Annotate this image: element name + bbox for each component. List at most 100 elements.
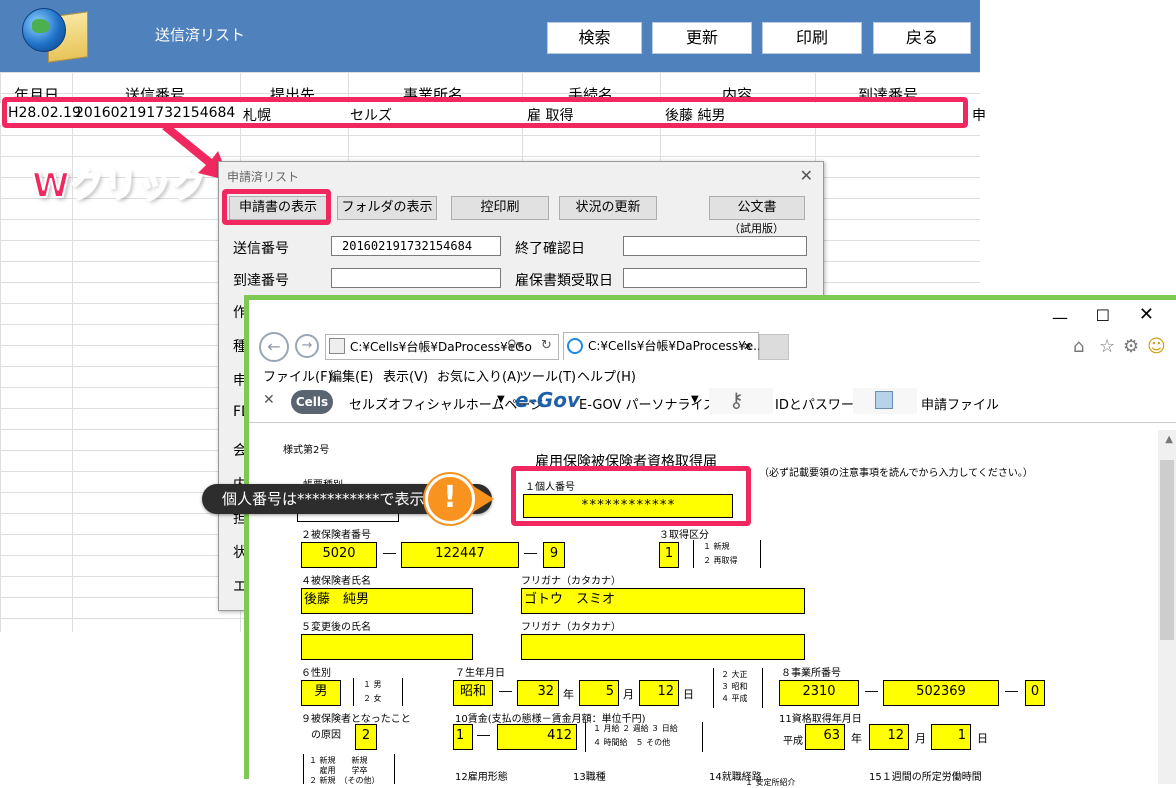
job-label: 13職種	[573, 772, 606, 783]
acq-day[interactable]: 1	[931, 724, 971, 750]
office-no-3[interactable]: 0	[1025, 680, 1045, 706]
show-folder-button[interactable]: フォルダの表示	[337, 196, 437, 220]
wage-amount[interactable]: 412	[497, 724, 577, 750]
cause-field[interactable]: 2	[355, 724, 377, 750]
scrollbar-thumb[interactable]	[1160, 460, 1174, 640]
furigana2-label: フリガナ（カタカナ）	[521, 622, 621, 633]
public-document-button[interactable]: 公文書	[709, 196, 805, 220]
changed-name-field[interactable]	[301, 634, 473, 660]
birth-label: ７生年月日	[455, 668, 505, 679]
menu-tools[interactable]: ツール(T)	[519, 366, 576, 385]
print-button[interactable]: 印刷	[762, 22, 862, 54]
sex-label: ６性別	[301, 668, 331, 679]
scroll-up-icon[interactable]: ▲	[1165, 434, 1173, 445]
menu-file[interactable]: ファイル(F)	[263, 366, 333, 385]
sex-opt: １ 男	[363, 680, 382, 689]
fav-apply-file[interactable]: 申請ファイル	[921, 394, 999, 413]
back-icon[interactable]: ←	[259, 332, 289, 362]
search-button[interactable]: 検索	[547, 22, 642, 54]
era-opt: ３ 昭和	[721, 682, 748, 691]
button-highlight	[222, 189, 331, 225]
wage-type[interactable]: 1	[453, 724, 473, 750]
route-opt: １ 安定所紹介	[745, 778, 796, 787]
acq-date-era: 平成	[783, 736, 803, 747]
name-label: ４被保険者氏名	[301, 576, 371, 587]
insured-no-3[interactable]: 9	[543, 542, 565, 568]
birth-day[interactable]: 12	[639, 680, 679, 706]
cells-logo: Cells	[291, 390, 333, 414]
birth-year[interactable]: 32	[517, 680, 559, 706]
menu-help[interactable]: ヘルプ(H)	[577, 366, 636, 385]
book-icon	[853, 388, 917, 414]
acq-type-label: ３取得区分	[659, 530, 709, 541]
office-no-1[interactable]: 2310	[779, 680, 859, 706]
back-button[interactable]: 戻る	[873, 22, 971, 54]
furigana2-field[interactable]	[521, 634, 805, 660]
dialog-title: 申請済リスト	[227, 170, 300, 184]
globe-icon	[22, 8, 66, 52]
favorites-star-icon[interactable]: ☆	[1099, 336, 1115, 357]
fav-cells-home[interactable]: セルズオフィシャルホームページ	[349, 394, 543, 413]
close-icon[interactable]: ✕	[800, 166, 813, 185]
arrival-no-field[interactable]	[331, 268, 501, 288]
receipt-date-label: 雇保書類受取日	[515, 273, 613, 289]
minimize-icon[interactable]: —	[1052, 308, 1068, 327]
ie-icon	[567, 338, 583, 354]
tab-close-icon[interactable]: ✕	[743, 340, 752, 353]
close-icon[interactable]: ✕	[1139, 304, 1154, 325]
sex-field[interactable]: 男	[301, 680, 341, 706]
smiley-icon[interactable]: ☺	[1147, 336, 1166, 357]
search-icon[interactable]: ⚲▾	[507, 338, 523, 353]
acq-month[interactable]: 12	[869, 724, 909, 750]
dash: ―	[499, 684, 512, 699]
office-no-2[interactable]: 502369	[883, 680, 999, 706]
field-highlight	[511, 466, 751, 526]
acq-type-field[interactable]: 1	[659, 542, 679, 568]
egov-logo: e-Gov	[515, 388, 581, 412]
acq-date-label: 11資格取得年月日	[779, 714, 862, 725]
home-icon[interactable]: ⌂	[1073, 336, 1084, 357]
dropdown-icon[interactable]: ▼	[691, 394, 699, 405]
acq-type-opt: ２ 再取得	[703, 556, 738, 565]
exclamation-icon: !	[425, 474, 475, 524]
furigana-field[interactable]: ゴトウ スミオ	[521, 588, 805, 614]
refresh-button[interactable]: 更新	[652, 22, 752, 54]
copy-print-button[interactable]: 控印刷	[451, 196, 549, 220]
insured-no-2[interactable]: 122447	[401, 542, 519, 568]
page-icon	[329, 338, 345, 354]
menu-favorites[interactable]: お気に入り(A)	[437, 366, 521, 385]
month-unit: 月	[915, 732, 926, 745]
acq-year[interactable]: 63	[805, 724, 845, 750]
birth-month[interactable]: 5	[579, 680, 619, 706]
form-number: 様式第2号	[283, 445, 330, 456]
name-field[interactable]: 後藤 純男	[301, 588, 473, 614]
cause-opt: １ 新規 新規	[309, 756, 368, 765]
reload-icon[interactable]: ↻	[541, 338, 552, 353]
day-unit: 日	[683, 688, 694, 701]
status-update-button[interactable]: 状況の更新	[559, 196, 657, 220]
end-confirm-field[interactable]	[623, 236, 807, 256]
address-bar[interactable]: C:¥Cells¥台帳¥DaProcess¥eGo	[325, 334, 559, 360]
browser-tab[interactable]: C:¥Cells¥台帳¥DaProcess¥e...	[563, 332, 765, 360]
era-opt: ２ 大正	[721, 670, 748, 679]
forward-icon[interactable]: →	[295, 334, 319, 358]
wage-opt: １ 月給 ２ 週給 ３ 日給	[593, 724, 678, 733]
changed-name-label: ５変更後の氏名	[301, 622, 371, 633]
form-notice: （必ず記載要領の注意事項を読んでから入力してください。）	[759, 468, 1033, 479]
birth-era[interactable]: 昭和	[453, 680, 493, 706]
menu-edit[interactable]: 編集(E)	[329, 366, 373, 385]
close-favbar-icon[interactable]: ✕	[263, 392, 275, 408]
gear-icon[interactable]: ⚙	[1123, 336, 1139, 357]
send-no-field[interactable]: 201602191732154684	[331, 236, 501, 256]
receipt-date-field[interactable]	[623, 268, 807, 288]
insured-no-1[interactable]: 5020	[301, 542, 377, 568]
app-header: 送信済リスト 検索 更新 印刷 戻る	[0, 0, 980, 72]
new-tab-button[interactable]	[759, 334, 789, 360]
hours-label: 15１週間の所定労働時間	[869, 772, 982, 783]
browser-window: — ☐ ✕ ← → C:¥Cells¥台帳¥DaProcess¥eGo ⚲▾ ↻…	[244, 295, 1176, 787]
menu-view[interactable]: 表示(V)	[383, 366, 428, 385]
grid-line	[72, 72, 73, 632]
dropdown-icon[interactable]: ▼	[497, 394, 505, 405]
cause-opt: 雇用 学卒	[309, 766, 368, 775]
maximize-icon[interactable]: ☐	[1096, 306, 1110, 325]
